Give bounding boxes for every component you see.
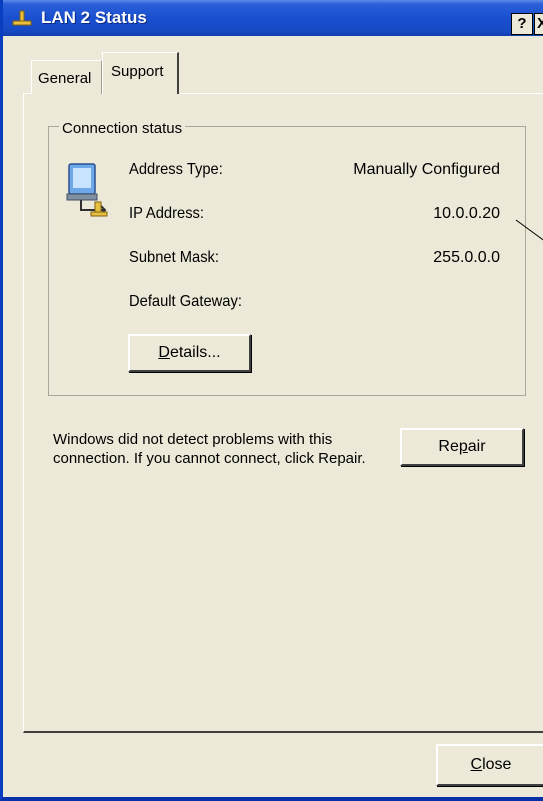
repair-button[interactable]: Repair: [400, 428, 524, 466]
address-type-label: Address Type:: [129, 161, 223, 178]
title-close-button[interactable]: X: [534, 13, 543, 35]
details-button[interactable]: Details...: [128, 334, 251, 372]
address-type-value: Manually Configured: [353, 161, 500, 178]
repair-mnemonic: p: [458, 438, 468, 455]
repair-label-prefix: Re: [438, 438, 459, 455]
network-connection-icon: [12, 10, 32, 26]
details-mnemonic: D: [158, 344, 170, 361]
close-mnemonic: C: [470, 756, 483, 773]
subnet-mask-value: 255.0.0.0: [433, 249, 500, 266]
title-bar[interactable]: LAN 2 Status ? X: [3, 0, 543, 36]
tab-general[interactable]: General: [31, 60, 102, 94]
repair-label-rest: air: [467, 438, 486, 455]
ip-address-value: 10.0.0.20: [433, 205, 500, 222]
connection-status-legend: Connection status: [59, 120, 186, 137]
close-button[interactable]: Close: [436, 744, 543, 786]
tab-support[interactable]: Support: [102, 52, 179, 94]
close-label-rest: lose: [482, 756, 512, 773]
ip-address-label: IP Address:: [129, 205, 205, 222]
window-title: LAN 2 Status: [41, 8, 147, 27]
repair-message: Windows did not detect problems with thi…: [53, 431, 366, 467]
subnet-mask-label: Subnet Mask:: [129, 249, 220, 266]
details-label-rest: etails...: [169, 344, 221, 361]
lan-status-dialog: LAN 2 Status ? X General Support Connect…: [0, 0, 543, 801]
help-button[interactable]: ?: [511, 13, 533, 35]
network-connection-icon: [66, 163, 108, 217]
default-gateway-label: Default Gateway:: [129, 293, 242, 310]
